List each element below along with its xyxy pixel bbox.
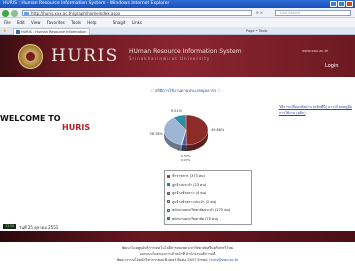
forward-button[interactable] [11, 9, 18, 17]
visitor-counter: 1234 [3, 224, 16, 229]
menu-tools[interactable]: Tools [71, 20, 81, 25]
window-titlebar: HURIS : Human Resource Information Syste… [0, 0, 355, 8]
help-links[interactable]: วิธีการเปลี่ยนรหัสผ่าน (คลิกที่นี่) ดาวน… [279, 104, 355, 116]
pie-percent-label-3: 0.27% [181, 157, 191, 162]
welcome-heading: WELCOME TO [0, 114, 61, 123]
url-field[interactable]: http://huris.xxx.ac.th/graph/homeindex.a… [22, 10, 252, 16]
legend-label: ลูกจ้างชั่วคราว (4 คน) [172, 191, 207, 195]
chart-legend: ข้าราชการ (373 คน) ลูกจ้างประจำ (23 คน) ลู… [164, 170, 252, 225]
legend-label: พนักงานมหาวิทยาลัยประจำ (275 คน) [172, 208, 231, 212]
university-name: Srinakharinwirot University [129, 56, 211, 61]
tab-page-icon [15, 30, 20, 34]
legend-label: ลูกจ้างชั่วคราวประจำ (2 คน) [172, 199, 217, 204]
close-button[interactable] [346, 1, 353, 7]
legend-swatch [167, 183, 170, 186]
maximize-button[interactable] [338, 1, 345, 7]
refresh-icon[interactable]: ⟳ ✕ [256, 10, 263, 16]
login-link[interactable]: Login [325, 63, 339, 69]
current-date: วันที่ 25 ตุลาคม 2551 [19, 225, 59, 230]
legend-swatch [167, 200, 170, 203]
menu-help[interactable]: Help [87, 20, 96, 25]
header-banner: HURIS HUman Resource Information System … [0, 35, 355, 77]
favorites-star-icon[interactable]: ★ [3, 28, 7, 33]
pie-percent-label-1: 3.07% [177, 147, 189, 152]
back-button[interactable] [2, 9, 9, 17]
tab-huris[interactable]: HURIS : Human Resource Information Syste… [13, 28, 90, 40]
legend-swatch [167, 174, 170, 178]
links-button[interactable]: Links [132, 20, 142, 25]
pie-percent-label-5: 9.51% [170, 108, 182, 113]
menu-file[interactable]: File [4, 20, 11, 25]
legend-item: ลูกจ้างชั่วคราว (4 คน) [167, 190, 206, 196]
university-link[interactable]: www.swu.ac.th [302, 49, 328, 53]
snagit-button[interactable]: Snagit [113, 20, 126, 25]
pie-percent-label-0: 49.86% [210, 127, 225, 132]
legend-item: ลูกจ้างชั่วคราวประจำ (2 คน) [167, 199, 216, 205]
tab-bar: ★ HURIS : Human Resource Information Sys… [0, 27, 355, 40]
legend-label: พนักงานมหาวิทยาลัย (75 คน) [172, 216, 219, 221]
legend-item: ข้าราชการ (373 คน) [167, 173, 205, 179]
legend-item: พนักงานมหาวิทยาลัยประจำ (275 คน) [167, 207, 230, 213]
menu-edit[interactable]: Edit [17, 20, 25, 25]
footer-line-3: พัฒนาระบบโดยนักวิชาการคอมพิวเตอร์ ติดต่อ… [0, 257, 355, 263]
page-tools-menu[interactable]: Page • Tools [246, 27, 267, 35]
footer-contact: พัฒนาระบบโดยนักวิชาการคอมพิวเตอร์ ติดต่อ… [116, 258, 209, 262]
legend-swatch [167, 208, 170, 212]
legend-swatch [167, 217, 170, 220]
legend-item: ลูกจ้างประจำ (23 คน) [167, 182, 206, 188]
address-bar: http://huris.xxx.ac.th/graph/homeindex.a… [0, 8, 355, 18]
footer-email-link[interactable]: huris@swu.ac.th [209, 258, 238, 262]
minimize-button[interactable] [330, 1, 337, 7]
system-name: HUman Resource Information System [129, 48, 242, 55]
menu-bar: File Edit View Favorites Tools Help Snag… [0, 18, 355, 27]
menu-view[interactable]: View [31, 20, 41, 25]
window-controls [330, 1, 353, 7]
welcome-brand: HURIS [62, 123, 91, 132]
legend-label: ลูกจ้างประจำ (23 คน) [172, 182, 207, 187]
legend-item: พนักงานมหาวิทยาลัย (75 คน) [167, 216, 218, 222]
search-input[interactable]: Live Search [275, 10, 351, 16]
legend-swatch [167, 191, 170, 195]
menu-favorites[interactable]: Favorites [47, 20, 65, 25]
university-seal-icon [18, 44, 43, 69]
huris-logo: HURIS [51, 46, 119, 66]
window-title: HURIS : Human Resource Information Syste… [3, 1, 170, 6]
page-icon [24, 11, 29, 16]
legend-label: ข้าราชการ (373 คน) [172, 174, 205, 178]
pie-percent-label-4: 36.76% [149, 131, 163, 136]
footer-bar [0, 231, 355, 242]
chart-title: :: สถิติการใช้งานตามประเภทบุคลากร :: [151, 88, 221, 93]
